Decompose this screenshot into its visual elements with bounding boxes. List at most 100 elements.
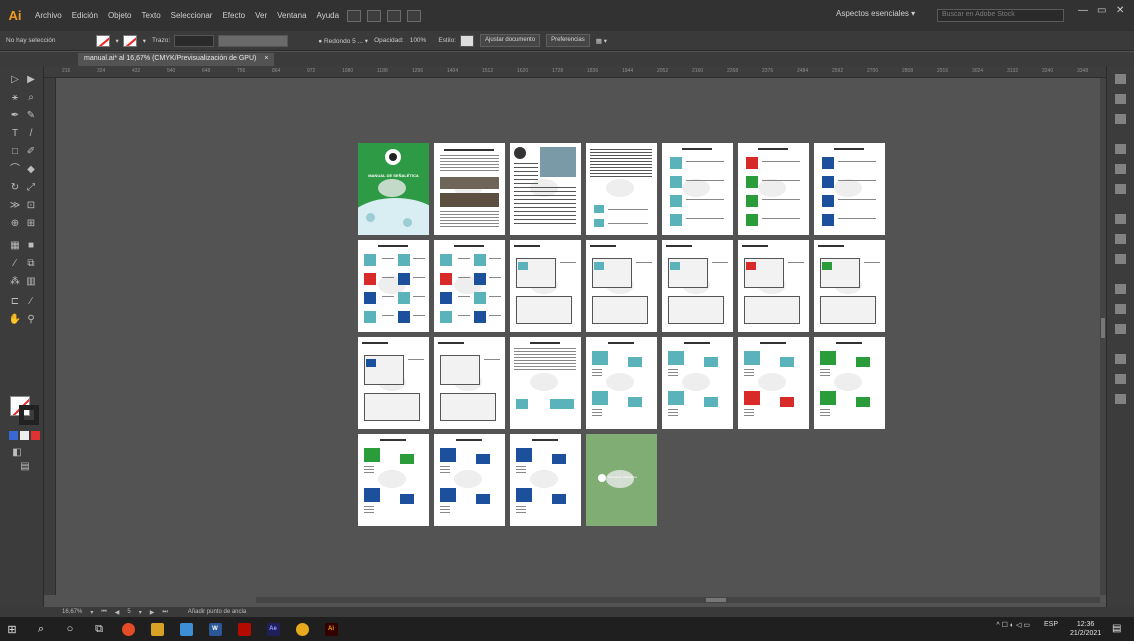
artboard-21[interactable] — [814, 337, 885, 429]
acrobat-icon[interactable] — [232, 617, 256, 641]
scale-tool-icon[interactable]: ⤢ — [24, 182, 38, 194]
appearance-panel-icon[interactable] — [1115, 284, 1126, 294]
chrome-icon[interactable] — [116, 617, 140, 641]
brushes-panel-icon[interactable] — [1115, 184, 1126, 194]
eyedropper-tool-icon[interactable]: ⁄ — [8, 258, 22, 270]
artboard-8[interactable] — [358, 240, 429, 332]
prev-artboard-icon[interactable]: ◀ — [115, 609, 120, 616]
rectangle-tool-icon[interactable]: □ — [8, 146, 22, 158]
document-tab[interactable]: manual.ai* al 16,67% (CMYK/Previsualizac… — [78, 53, 275, 66]
windows-start-icon[interactable]: ⊞ — [0, 617, 24, 641]
menu-ventana[interactable]: Ventana — [272, 11, 311, 20]
selection-tool-icon[interactable]: ▷ — [8, 74, 22, 86]
notifications-icon[interactable]: ▤ — [1112, 623, 1121, 634]
libraries-panel-icon[interactable] — [1115, 94, 1126, 104]
document-setup-button[interactable]: Ajustar documento — [480, 34, 541, 47]
artboard-25[interactable]: Manual de Señalética — [586, 434, 657, 526]
input-language[interactable]: ESP — [1044, 621, 1058, 628]
zoom-level[interactable]: 16,67% — [62, 609, 82, 615]
arrange-documents-icon[interactable] — [387, 9, 402, 22]
fill-swatch[interactable] — [95, 34, 110, 47]
properties-panel-icon[interactable] — [1115, 74, 1126, 84]
system-clock[interactable]: 12:36 21/2/2021 — [1070, 620, 1101, 638]
horizontal-scroll-thumb[interactable] — [706, 598, 726, 602]
artboard-11[interactable] — [586, 240, 657, 332]
stroke-color-icon[interactable] — [19, 405, 39, 425]
artboard-number[interactable]: 5 — [127, 609, 130, 615]
artboard-10[interactable] — [510, 240, 581, 332]
artboard-24[interactable] — [510, 434, 581, 526]
artboard-12[interactable] — [662, 240, 733, 332]
magic-wand-tool-icon[interactable]: ⚹ — [8, 92, 22, 104]
gpu-performance-icon[interactable] — [407, 9, 422, 22]
menu-seleccionar[interactable]: Seleccionar — [166, 11, 218, 20]
artboard-22[interactable] — [358, 434, 429, 526]
menu-texto[interactable]: Texto — [137, 11, 166, 20]
shape-builder-tool-icon[interactable]: ⊕ — [8, 218, 22, 230]
artboard-16[interactable] — [434, 337, 505, 429]
style-swatch[interactable] — [460, 34, 475, 47]
fill-stroke-control[interactable] — [10, 396, 40, 426]
chevron-down-icon[interactable]: ▾ — [139, 609, 142, 616]
chevron-down-icon[interactable]: ▾ — [116, 37, 119, 45]
last-artboard-icon[interactable]: ⏭ — [162, 609, 167, 616]
canvas[interactable] — [56, 78, 1106, 595]
layers-stack-icon[interactable] — [1115, 374, 1126, 384]
stroke-weight-field[interactable] — [174, 34, 215, 47]
artboard-tool-icon[interactable]: ⊏ — [8, 296, 22, 308]
stroke-panel-icon[interactable] — [1115, 214, 1126, 224]
graphic-styles-panel-icon[interactable] — [1115, 304, 1126, 314]
artboard-13[interactable] — [738, 240, 809, 332]
rotate-tool-icon[interactable]: ↻ — [8, 182, 22, 194]
close-icon[interactable]: ✕ — [1116, 5, 1124, 16]
artboard-6[interactable] — [738, 143, 809, 235]
cortana-icon[interactable]: ○ — [58, 617, 82, 641]
workspace-switcher[interactable]: Aspectos esenciales ▾ — [836, 9, 915, 18]
artboard-23[interactable] — [434, 434, 505, 526]
gradient-mode-icon[interactable] — [20, 431, 29, 440]
symbols-panel-icon[interactable] — [1115, 324, 1126, 334]
arrange-icon[interactable]: ▦ ▾ — [596, 37, 607, 45]
pen-tool-icon[interactable]: ✒ — [8, 110, 22, 122]
artboard-14[interactable] — [814, 240, 885, 332]
artboard-2[interactable] — [434, 143, 505, 235]
export-panel-icon[interactable] — [1115, 354, 1126, 364]
curvature-tool-icon[interactable]: ✎ — [24, 110, 38, 122]
close-tab-icon[interactable]: × — [264, 55, 268, 62]
artboard-19[interactable] — [662, 337, 733, 429]
menu-objeto[interactable]: Objeto — [103, 11, 137, 20]
variable-width-profile[interactable] — [218, 34, 289, 47]
screen-mode-icon[interactable]: ▤ — [18, 461, 32, 473]
stock-search-input[interactable]: Buscar en Adobe Stock — [937, 9, 1064, 22]
mesh-tool-icon[interactable]: ▦ — [8, 240, 22, 252]
stock-icon[interactable] — [367, 9, 382, 22]
none-mode-icon[interactable] — [31, 431, 40, 440]
artboard-18[interactable] — [586, 337, 657, 429]
draw-mode-icon[interactable]: ◧ — [10, 447, 24, 459]
lasso-tool-icon[interactable]: ⌕ — [24, 92, 38, 104]
blend-tool-icon[interactable]: ⧉ — [24, 258, 38, 270]
system-tray-icons[interactable]: ^ ☐ ◐ ◁ ▭ — [996, 621, 1030, 629]
stroke-swatch[interactable] — [122, 34, 137, 47]
artboard-15[interactable] — [358, 337, 429, 429]
gradient-tool-icon[interactable]: ■ — [24, 240, 38, 252]
paintbrush-tool-icon[interactable]: ✐ — [24, 146, 38, 158]
symbol-sprayer-tool-icon[interactable]: ⁂ — [8, 276, 22, 288]
next-artboard-icon[interactable]: ▶ — [150, 609, 155, 616]
zoom-tool-icon[interactable]: ⚲ — [24, 314, 38, 326]
opacity-label[interactable]: Opacidad: — [374, 37, 404, 44]
chevron-down-icon[interactable]: ▾ — [90, 609, 93, 616]
vertical-scroll-thumb[interactable] — [1101, 318, 1105, 338]
layers-panel-icon[interactable] — [1115, 114, 1126, 124]
search-icon[interactable]: ⌕ — [29, 617, 53, 641]
maximize-icon[interactable]: ▭ — [1097, 5, 1106, 16]
artboard-17[interactable] — [510, 337, 581, 429]
vertical-ruler[interactable] — [44, 78, 56, 595]
line-tool-icon[interactable]: / — [24, 128, 38, 140]
swatches-panel-icon[interactable] — [1115, 164, 1126, 174]
transparency-panel-icon[interactable] — [1115, 254, 1126, 264]
minimize-icon[interactable]: — — [1078, 5, 1088, 16]
artboard-1[interactable]: MANUAL DE SEÑALÉTICA — [358, 143, 429, 235]
type-tool-icon[interactable]: T — [8, 128, 22, 140]
brush-selector[interactable]: ● Redondo 5 ... ▾ — [318, 37, 368, 45]
